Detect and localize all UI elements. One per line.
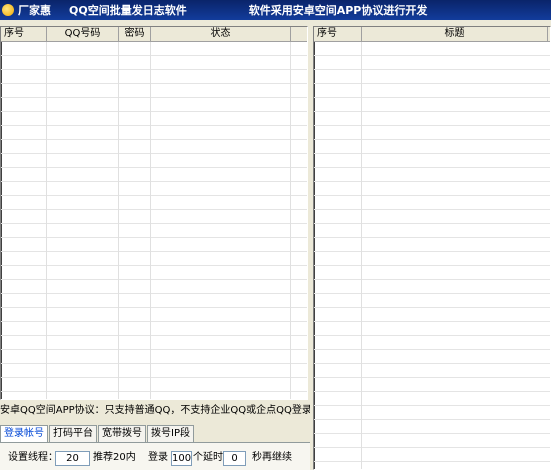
column-header-title[interactable]: 标题 <box>362 27 548 41</box>
column-divider <box>118 42 119 399</box>
tab-dialup-ip-range[interactable]: 拨号IP段 <box>147 425 194 442</box>
column-header-status[interactable]: 状态 <box>151 27 291 41</box>
app-title: QQ空间批量发日志软件 <box>69 4 187 17</box>
accounts-list-header: 序号 QQ号码 密码 状态 <box>1 27 307 42</box>
app-icon <box>2 4 14 16</box>
title-brand: 厂家惠 <box>18 4 51 17</box>
column-header-index[interactable]: 序号 <box>314 27 362 41</box>
tab-captcha-platform[interactable]: 打码平台 <box>49 425 97 442</box>
continue-label: 秒再继续 <box>252 452 292 463</box>
column-divider <box>150 42 151 399</box>
threads-label: 设置线程： <box>8 452 58 463</box>
column-divider <box>290 42 291 399</box>
threads-input[interactable] <box>55 451 90 466</box>
posts-list[interactable]: 序号 标题 <box>313 26 551 470</box>
settings-tabs: 登录帐号 打码平台 宽带拨号 拨号IP段 <box>0 425 195 443</box>
posts-list-header: 序号 标题 <box>314 27 550 42</box>
column-header-qq[interactable]: QQ号码 <box>47 27 119 41</box>
login-count-input[interactable] <box>171 451 192 466</box>
title-tagline: 软件采用安卓空间APP协议进行开发 <box>248 4 428 17</box>
posts-list-rows <box>314 42 550 469</box>
accounts-list[interactable]: 序号 QQ号码 密码 状态 <box>0 26 308 400</box>
login-label: 登录 <box>148 452 168 463</box>
delay-label: 个延时 <box>193 452 223 463</box>
column-header-index[interactable]: 序号 <box>1 27 47 41</box>
title-bar: 厂家惠 QQ空间批量发日志软件 软件采用安卓空间APP协议进行开发 <box>0 0 551 20</box>
login-settings-panel: 设置线程： 推荐20内 登录 个延时 秒再继续 <box>0 442 310 470</box>
delay-input[interactable] <box>223 451 246 466</box>
column-divider <box>46 42 47 399</box>
tab-login-accounts[interactable]: 登录帐号 <box>0 425 48 443</box>
column-divider <box>361 42 362 469</box>
threads-hint: 推荐20内 <box>93 452 136 463</box>
tab-broadband-dialup[interactable]: 宽带拨号 <box>98 425 146 442</box>
protocol-notice: 安卓QQ空间APP协议：只支持普通QQ，不支持企业QQ或企点QQ登录的！ <box>0 405 310 416</box>
column-header-password[interactable]: 密码 <box>119 27 151 41</box>
